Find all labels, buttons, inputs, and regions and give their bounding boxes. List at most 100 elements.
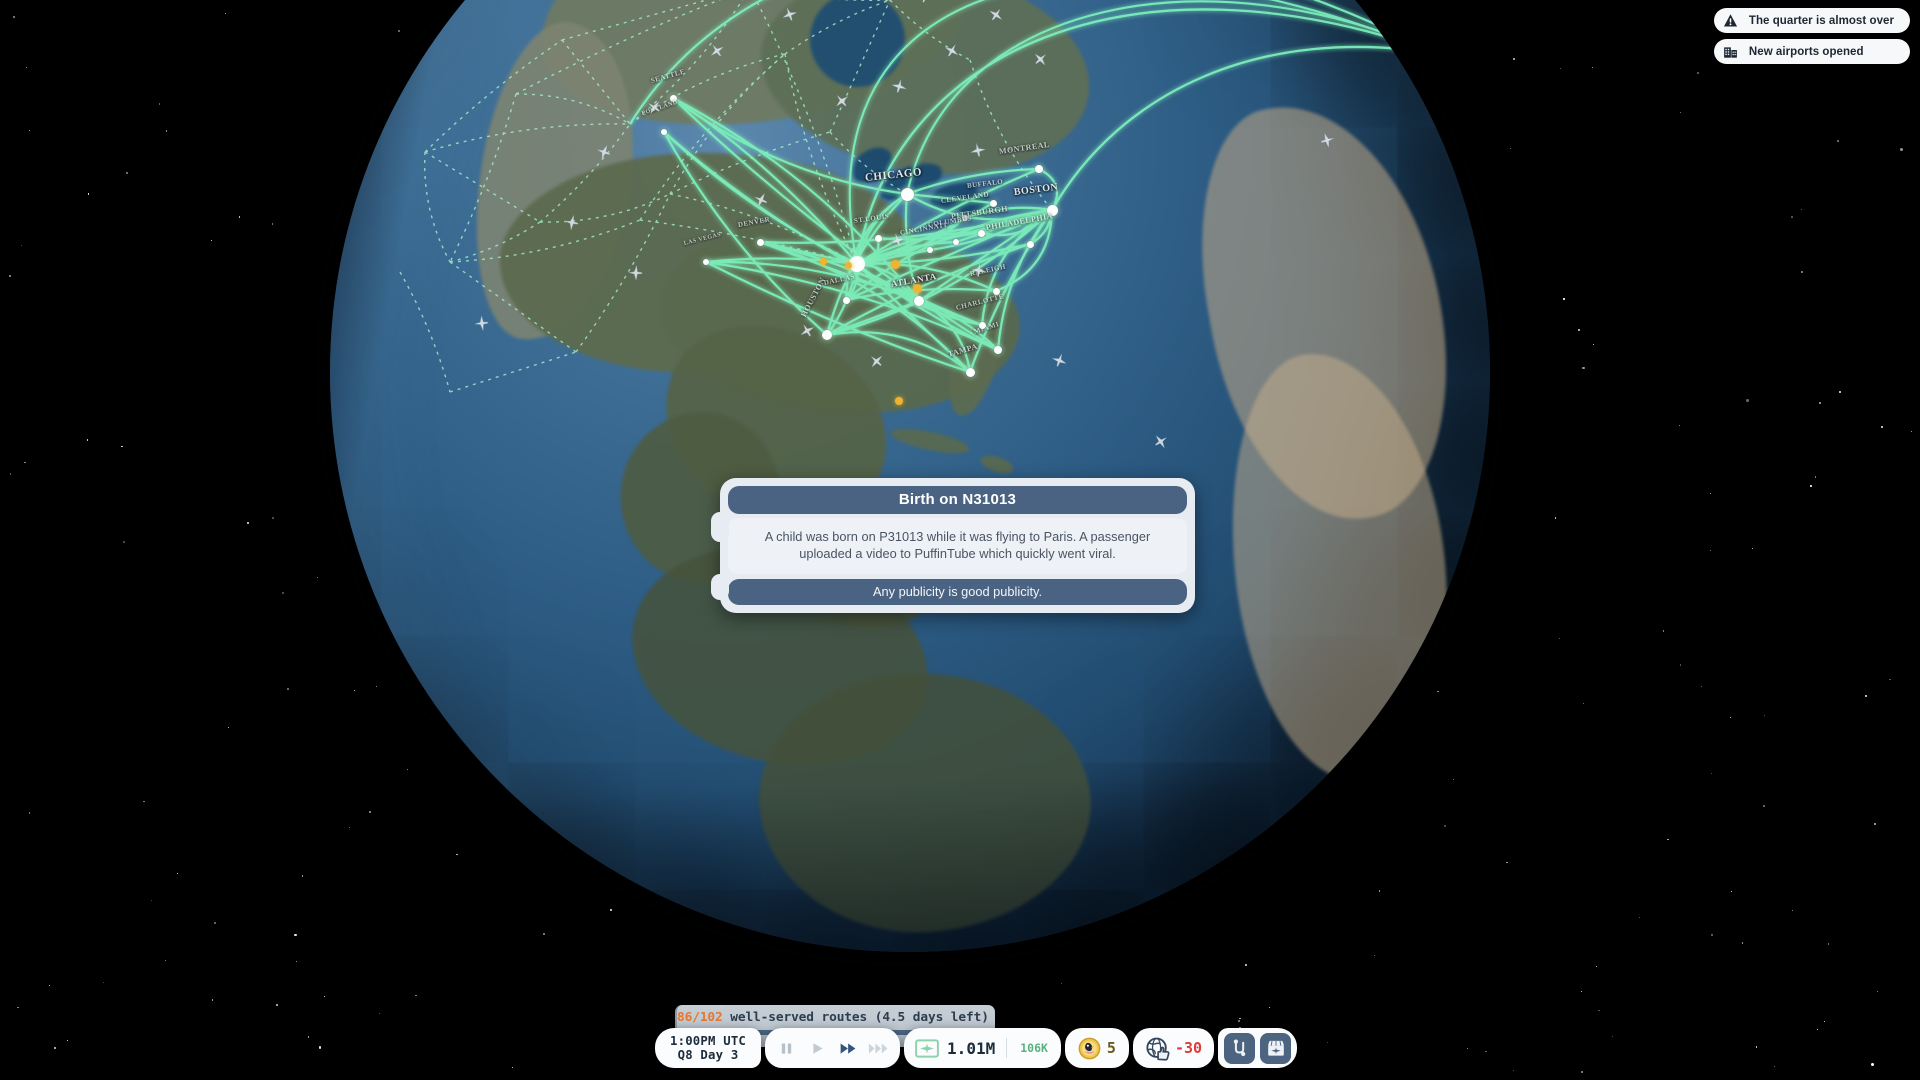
city-marker[interactable]	[994, 346, 1002, 354]
city-marker[interactable]	[822, 330, 832, 340]
notification-item-airports[interactable]: New airports opened	[1713, 39, 1910, 64]
city-marker[interactable]	[927, 247, 933, 253]
clock-panel[interactable]: 1:00PM UTC Q8 Day 3	[655, 1028, 762, 1068]
star	[88, 193, 90, 195]
route-line	[423, 151, 451, 263]
reputation-panel[interactable]: -30	[1132, 1028, 1215, 1068]
dialog-title: Birth on N31013	[728, 486, 1187, 514]
star	[1711, 772, 1713, 775]
star	[1910, 431, 1913, 433]
star	[214, 922, 216, 924]
star	[125, 172, 128, 175]
city-label: BOSTON	[1013, 181, 1059, 198]
star	[1800, 271, 1803, 274]
play-button[interactable]	[806, 1041, 828, 1056]
fast-forward-icon	[840, 1042, 855, 1054]
aircraft-icon[interactable]	[1373, 12, 1400, 37]
star	[1756, 1046, 1758, 1048]
route-line	[449, 351, 577, 393]
city-marker[interactable]	[1046, 204, 1058, 216]
star	[1611, 1036, 1613, 1038]
star	[511, 1066, 513, 1069]
aircraft-icon[interactable]	[1145, 430, 1173, 456]
city-marker[interactable]	[661, 129, 667, 135]
star	[281, 592, 284, 595]
star	[13, 16, 15, 18]
star	[1554, 517, 1557, 519]
star	[9, 473, 12, 475]
fastest-forward-button[interactable]	[868, 1041, 890, 1056]
city-marker[interactable]	[977, 229, 985, 237]
city-marker[interactable]	[874, 234, 882, 242]
globe[interactable]: CHICAGO MONTREAL BOSTON BUFFALO CLEVELAND PIT…	[316, 0, 1504, 966]
star	[293, 933, 297, 937]
star	[1810, 485, 1812, 487]
star	[1873, 822, 1876, 825]
star	[1889, 678, 1891, 681]
airport-alert-marker[interactable]	[895, 397, 903, 405]
star	[1513, 1069, 1515, 1072]
star	[324, 995, 326, 997]
city-marker[interactable]	[965, 367, 975, 377]
star	[86, 439, 88, 441]
star	[54, 1046, 57, 1049]
city-marker[interactable]	[953, 239, 959, 245]
route-line	[1038, 168, 1059, 211]
city-marker[interactable]	[842, 296, 850, 304]
airport-alert-marker[interactable]	[845, 262, 852, 269]
route-line	[929, 209, 1053, 252]
star	[210, 239, 213, 242]
city-marker[interactable]	[1026, 240, 1034, 248]
city-marker[interactable]	[703, 259, 709, 265]
city-marker[interactable]	[756, 238, 764, 246]
notification-text: New airports opened	[1748, 45, 1864, 58]
star	[1466, 1047, 1469, 1050]
star	[25, 66, 28, 69]
city-marker[interactable]	[978, 321, 986, 329]
star	[1709, 493, 1712, 495]
star	[1680, 664, 1682, 666]
star	[17, 1006, 19, 1009]
marketplace-icon	[1267, 1040, 1284, 1056]
city-marker[interactable]	[1035, 165, 1043, 173]
pause-button[interactable]	[775, 1041, 797, 1056]
city-marker[interactable]	[669, 94, 677, 102]
aircraft-icon[interactable]	[473, 313, 497, 332]
star	[1773, 1066, 1776, 1068]
star	[1595, 965, 1597, 968]
marketplace-button[interactable]	[1260, 1032, 1292, 1064]
notification-item-quarter[interactable]: The quarter is almost over	[1713, 8, 1910, 33]
airport-alert-marker[interactable]	[820, 258, 827, 265]
city-marker[interactable]	[914, 296, 924, 306]
play-icon	[812, 1042, 823, 1054]
star	[29, 130, 31, 132]
finance-panel[interactable]: 1.01M 106K	[904, 1028, 1061, 1068]
star	[165, 959, 167, 962]
star	[165, 130, 168, 132]
star	[176, 872, 179, 874]
globe-thumbsup-icon	[1146, 1037, 1170, 1061]
city-marker[interactable]	[992, 287, 1000, 295]
goal-fraction: 86/102	[677, 1010, 723, 1025]
star	[1506, 862, 1508, 864]
star	[275, 1004, 278, 1007]
star	[1697, 72, 1700, 75]
aircraft-icon[interactable]	[1047, 350, 1070, 376]
landmass	[978, 452, 1016, 477]
city-marker[interactable]	[900, 187, 914, 201]
airport-alert-marker[interactable]	[913, 284, 922, 293]
star	[211, 999, 214, 1001]
city-marker[interactable]	[989, 199, 997, 207]
airport-alert-marker[interactable]	[891, 260, 900, 269]
dialog-confirm-button[interactable]: Any publicity is good publicity.	[728, 579, 1187, 605]
fast-forward-button[interactable]	[837, 1041, 859, 1056]
plane-glyph	[1155, 435, 1167, 448]
star	[1582, 366, 1586, 370]
star	[1839, 391, 1842, 394]
city-marker[interactable]	[962, 215, 968, 221]
fuel-panel[interactable]: 5	[1064, 1028, 1129, 1068]
routes-button[interactable]	[1224, 1032, 1256, 1064]
game-screen: { "notifications": [ { "icon": "warning-…	[0, 0, 1920, 1080]
star	[1374, 955, 1376, 957]
star	[1583, 702, 1585, 705]
